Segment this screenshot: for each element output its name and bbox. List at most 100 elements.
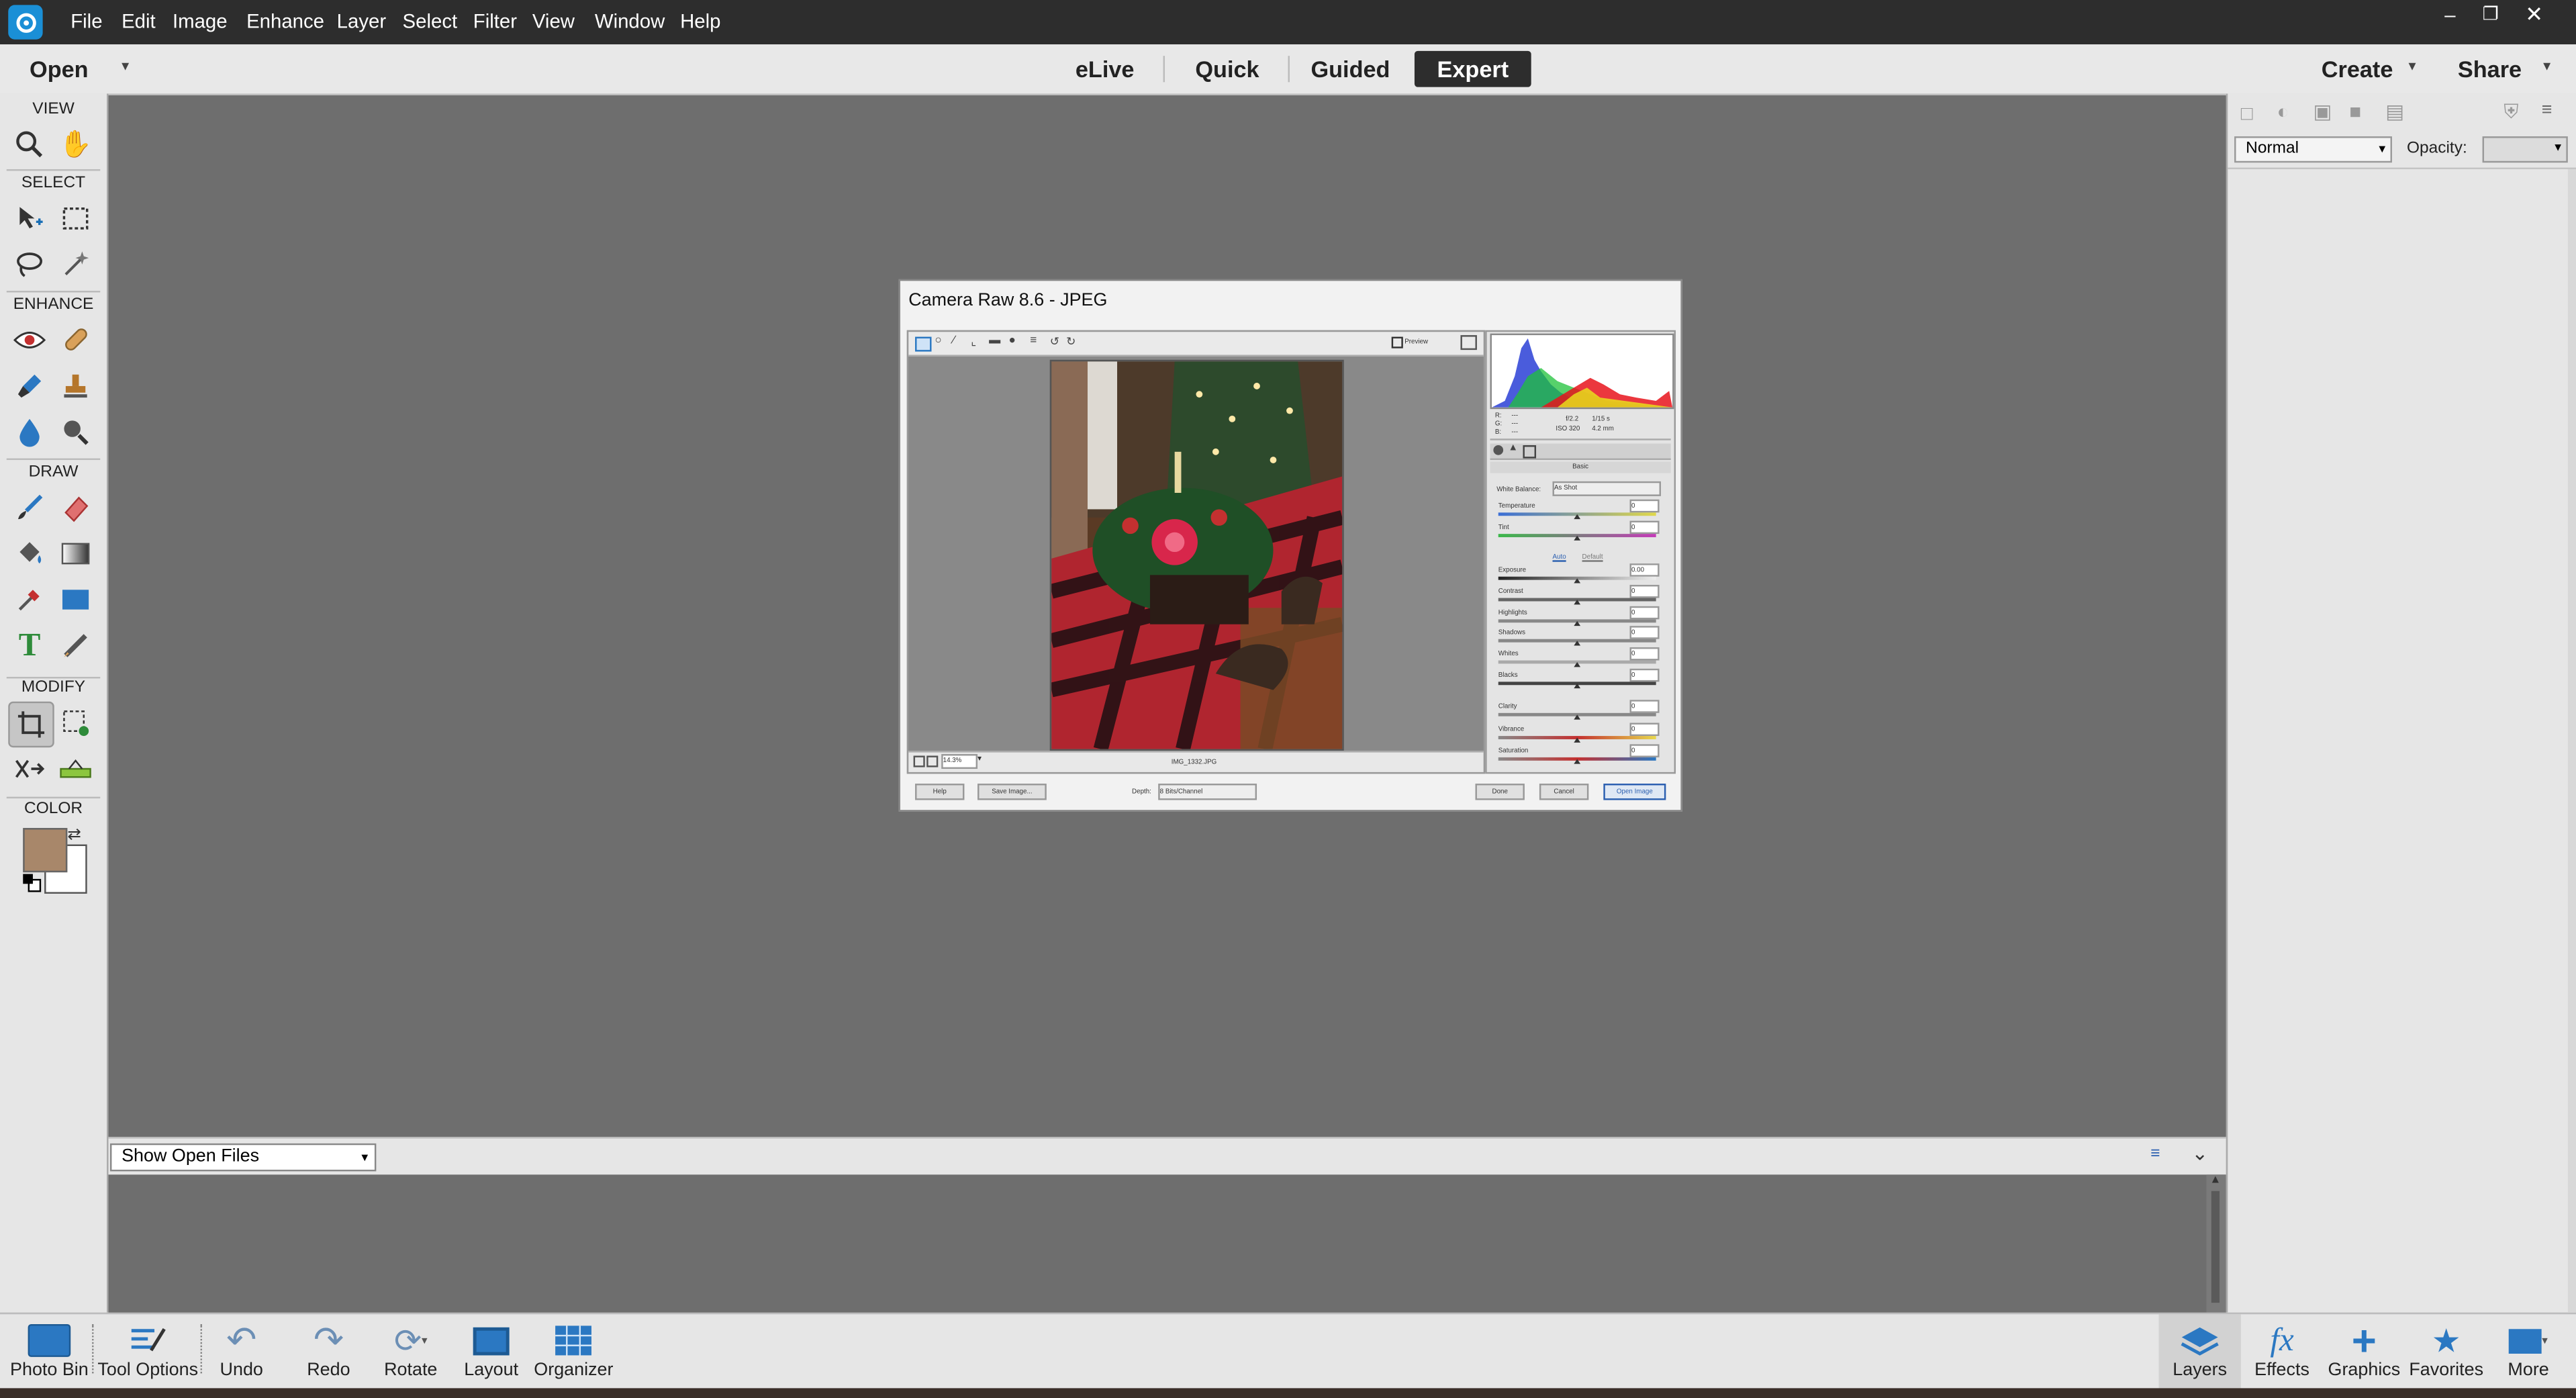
brush-tool-icon[interactable] (8, 486, 51, 529)
panel-menu-icon[interactable]: ≡ (2542, 100, 2553, 120)
menu-layer[interactable]: Layer (337, 10, 386, 33)
cancel-button[interactable]: Cancel (1539, 784, 1589, 800)
preview-checkbox[interactable] (1391, 336, 1403, 348)
raw-hand-icon[interactable]: ○ (935, 335, 941, 346)
tab-expert[interactable]: Expert (1414, 50, 1531, 87)
share-dropdown-icon[interactable]: ▾ (2543, 58, 2550, 76)
menu-select[interactable]: Select (403, 10, 458, 33)
slider-value-field[interactable]: 0.00 (1629, 563, 1660, 577)
photo-bin-button[interactable]: Photo Bin (7, 1321, 92, 1380)
zoom-out-icon[interactable] (913, 755, 925, 767)
layer-mask-icon[interactable]: ▣ (2313, 100, 2332, 123)
adjustment-layer-icon[interactable]: ◐ (2277, 100, 2289, 123)
bin-scrollbar[interactable]: ▲ (2206, 1174, 2226, 1313)
eyedropper-tool-icon[interactable] (8, 578, 51, 621)
slider-knob[interactable] (1574, 620, 1581, 626)
raw-redeye-icon[interactable]: ● (1009, 335, 1016, 346)
clone-stamp-tool-icon[interactable] (54, 365, 97, 408)
hand-tool-icon[interactable]: ✋ (54, 123, 97, 166)
new-layer-icon[interactable]: □ (2241, 102, 2253, 125)
slider-value-field[interactable]: 0 (1629, 647, 1660, 661)
menu-help[interactable]: Help (680, 10, 720, 33)
tab-elive[interactable]: eLive (1059, 51, 1150, 87)
favorites-button[interactable]: ★ Favorites (2408, 1321, 2484, 1380)
raw-rotate-left-icon[interactable]: ↺ (1050, 335, 1059, 348)
open-image-button[interactable]: Open Image (1603, 784, 1666, 800)
slider-value-field[interactable]: 0 (1629, 499, 1660, 513)
zoom-in-icon[interactable] (926, 755, 939, 767)
delete-layer-icon[interactable]: ⛨ (2503, 100, 2518, 125)
content-aware-move-tool-icon[interactable] (8, 747, 51, 790)
menu-view[interactable]: View (532, 10, 575, 33)
slider-value-field[interactable]: 0 (1629, 722, 1660, 735)
undo-button[interactable]: ↶ Undo (209, 1319, 275, 1381)
raw-crop-icon[interactable]: ⌞ (971, 335, 976, 348)
move-tool-icon[interactable] (8, 197, 51, 240)
tab-quick[interactable]: Quick (1180, 51, 1275, 87)
slider-knob[interactable] (1574, 759, 1581, 764)
slider-knob[interactable] (1574, 578, 1581, 584)
menu-window[interactable]: Window (595, 10, 665, 33)
zoom-dropdown-icon[interactable]: ▾ (977, 754, 982, 764)
detail-tab-icon[interactable]: ▲ (1508, 444, 1518, 454)
blend-mode-select[interactable]: Normal ▾ (2234, 136, 2392, 163)
create-button[interactable]: Create (2322, 56, 2393, 82)
layout-button[interactable]: Layout (459, 1321, 524, 1380)
save-image-button[interactable]: Save Image... (977, 784, 1047, 800)
redo-button[interactable]: ↷ Redo (295, 1319, 361, 1381)
type-tool-icon[interactable]: T (8, 624, 51, 667)
slider-value-field[interactable]: 0 (1629, 668, 1660, 682)
tab-guided[interactable]: Guided (1300, 51, 1402, 87)
share-button[interactable]: Share (2458, 56, 2522, 82)
show-open-files-dropdown[interactable]: Show Open Files ▾ (109, 1143, 377, 1172)
zoom-tool-icon[interactable] (8, 123, 51, 166)
bin-options-icon[interactable]: ≡ (2150, 1145, 2160, 1163)
collapse-bin-icon[interactable]: ⌄ (2191, 1141, 2208, 1164)
panel-scrollbar[interactable] (2567, 169, 2576, 1313)
shape-tool-icon[interactable] (54, 578, 97, 621)
menu-image[interactable]: Image (173, 10, 228, 33)
slider-knob[interactable] (1574, 737, 1581, 742)
slider-value-field[interactable]: 0 (1629, 626, 1660, 640)
eraser-tool-icon[interactable] (54, 486, 97, 529)
white-balance-select[interactable]: As Shot (1552, 481, 1662, 496)
slider-knob[interactable] (1574, 683, 1581, 689)
restore-icon[interactable]: ❐ (2483, 3, 2499, 24)
raw-straighten-icon[interactable]: ▬ (989, 335, 1000, 346)
fullscreen-icon[interactable] (1460, 335, 1477, 351)
red-eye-tool-icon[interactable] (8, 319, 51, 362)
slider-knob[interactable] (1574, 599, 1581, 604)
paint-bucket-tool-icon[interactable] (8, 532, 51, 575)
help-button[interactable]: Help (915, 784, 965, 800)
gradient-tool-icon[interactable] (54, 532, 97, 575)
blur-tool-icon[interactable] (8, 411, 51, 454)
camera-calibration-tab-icon[interactable] (1523, 445, 1537, 459)
smart-brush-tool-icon[interactable] (8, 365, 51, 408)
slider-value-field[interactable]: 0 (1629, 584, 1660, 598)
graphics-button[interactable]: + Graphics (2326, 1315, 2402, 1381)
recompose-tool-icon[interactable] (54, 702, 97, 745)
raw-prefs-icon[interactable]: ≡ (1030, 335, 1037, 346)
auto-link[interactable]: Auto (1553, 552, 1566, 560)
open-button[interactable]: Open (30, 56, 89, 82)
opacity-field[interactable]: ▾ (2482, 136, 2568, 163)
marquee-tool-icon[interactable] (54, 197, 97, 240)
done-button[interactable]: Done (1475, 784, 1525, 800)
default-link[interactable]: Default (1582, 552, 1603, 560)
slider-value-field[interactable]: 0 (1629, 520, 1660, 534)
minimize-icon[interactable]: – (2444, 3, 2455, 26)
menu-enhance[interactable]: Enhance (246, 10, 324, 33)
slider-knob[interactable] (1574, 535, 1581, 541)
layers-button[interactable]: Layers (2162, 1321, 2238, 1380)
open-dropdown-icon[interactable]: ▾ (122, 58, 129, 76)
lasso-tool-icon[interactable] (8, 243, 51, 286)
tool-options-button[interactable]: Tool Options (95, 1321, 201, 1380)
close-icon[interactable]: ✕ (2525, 1, 2543, 28)
effects-button[interactable]: fx Effects (2244, 1321, 2320, 1380)
default-colors-icon[interactable] (23, 874, 42, 892)
menu-file[interactable]: File (70, 10, 102, 33)
spot-healing-tool-icon[interactable] (54, 319, 97, 362)
raw-eyedropper-icon[interactable]: ∕ (953, 335, 955, 346)
slider-knob[interactable] (1574, 662, 1581, 667)
straighten-tool-icon[interactable] (54, 747, 97, 790)
